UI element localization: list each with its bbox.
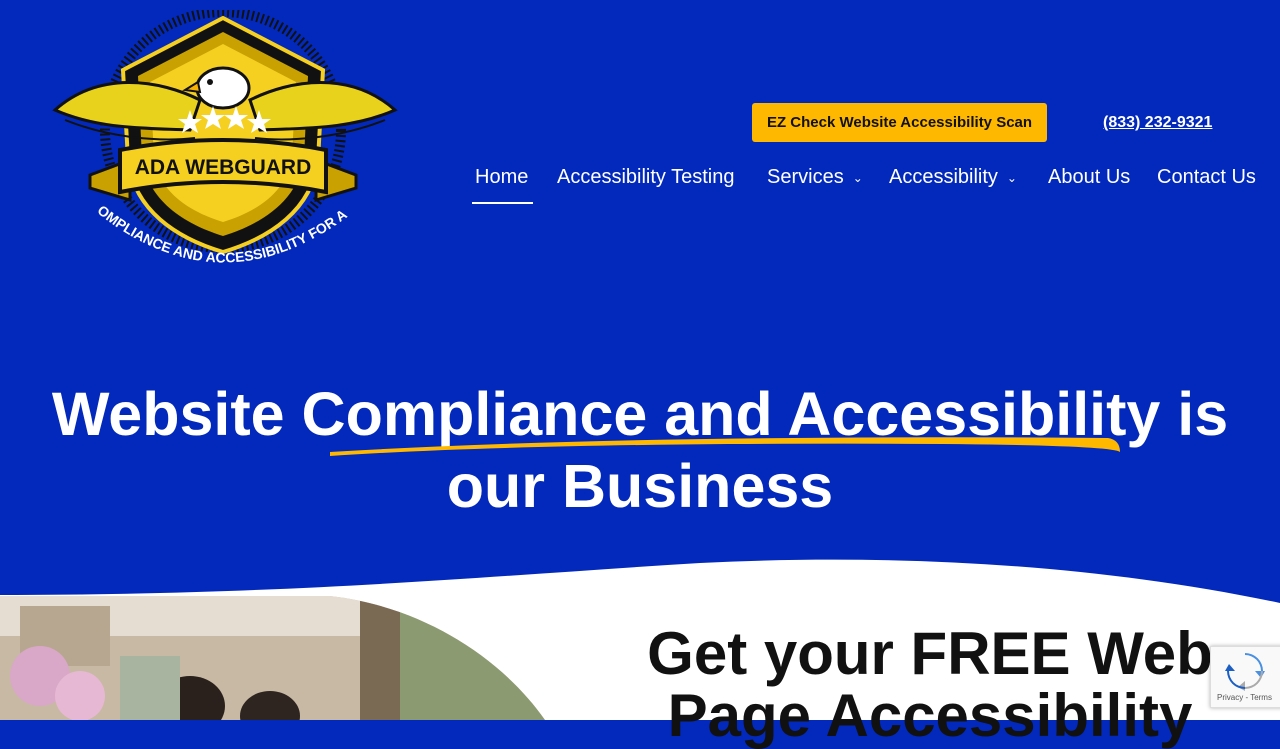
promo-title: Get your FREE Web Page Accessibility	[647, 620, 1213, 749]
hero-title-part2: is	[1160, 380, 1229, 448]
nav-item-services[interactable]: Services ⌄	[767, 166, 863, 189]
nav-item-accessibility[interactable]: Accessibility ⌄	[889, 166, 1017, 189]
nav-item-label: Home	[475, 166, 529, 188]
nav-item-label: Accessibility	[889, 166, 998, 188]
recaptcha-links[interactable]: Privacy - Terms	[1217, 693, 1272, 702]
ada-webguard-logo[interactable]: ADA WEBGUARD COMPLIANCE AND ACCESSIBILIT…	[50, 10, 400, 290]
nav-item-accessibility-testing[interactable]: Accessibility Testing	[557, 166, 734, 189]
nav-item-label: Services	[767, 166, 844, 188]
phone-link[interactable]: (833) 232-9321	[1103, 114, 1212, 132]
nav-item-home[interactable]: Home	[475, 166, 528, 189]
hero-title-line2: our Business	[446, 452, 834, 520]
nav-item-label: Contact Us	[1157, 166, 1256, 188]
hero-title-part1: Website	[51, 380, 302, 448]
nav-item-about-us[interactable]: About Us	[1048, 166, 1130, 189]
active-nav-underline	[472, 202, 533, 204]
recaptcha-badge[interactable]: Privacy - Terms	[1210, 646, 1280, 708]
team-photo	[0, 596, 545, 720]
chevron-down-icon: ⌄	[852, 170, 863, 185]
highlight-underline	[330, 437, 1120, 456]
chevron-down-icon: ⌄	[1006, 170, 1017, 185]
recaptcha-icon	[1225, 653, 1265, 691]
nav-item-label: Accessibility Testing	[557, 166, 735, 188]
ez-check-scan-button[interactable]: EZ Check Website Accessibility Scan	[752, 103, 1047, 142]
nav-item-contact-us[interactable]: Contact Us	[1157, 166, 1256, 189]
brand-name: ADA WEBGUARD	[135, 156, 312, 179]
shield-icon	[100, 10, 346, 255]
nav-item-label: About Us	[1048, 166, 1131, 188]
